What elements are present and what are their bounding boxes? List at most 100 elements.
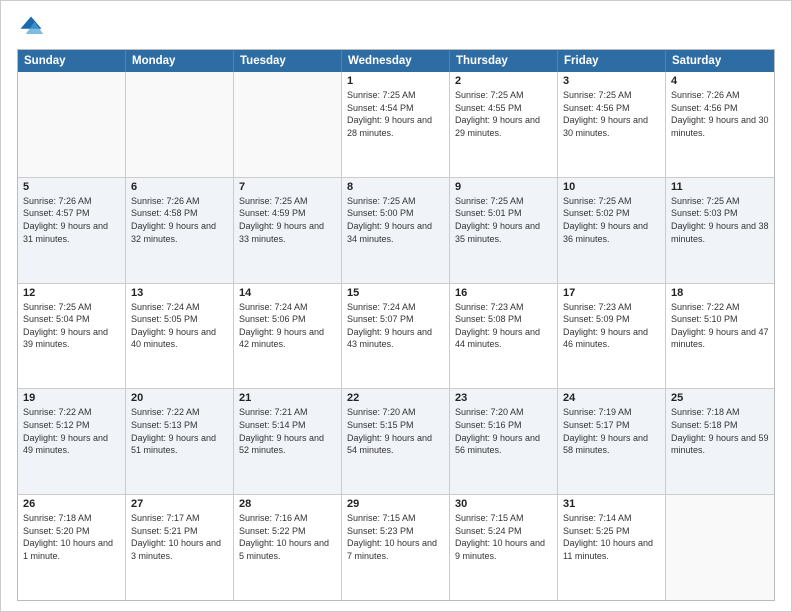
day-number: 7 bbox=[239, 181, 336, 193]
day-info: Sunrise: 7:26 AMSunset: 4:58 PMDaylight:… bbox=[131, 195, 228, 245]
day-info: Sunrise: 7:18 AMSunset: 5:18 PMDaylight:… bbox=[671, 406, 769, 456]
day-number: 8 bbox=[347, 181, 444, 193]
day-number: 17 bbox=[563, 287, 660, 299]
day-number: 10 bbox=[563, 181, 660, 193]
calendar-cell: 10 Sunrise: 7:25 AMSunset: 5:02 PMDayligh… bbox=[558, 178, 666, 283]
calendar-cell: 20 Sunrise: 7:22 AMSunset: 5:13 PMDayligh… bbox=[126, 389, 234, 494]
calendar-cell: 7 Sunrise: 7:25 AMSunset: 4:59 PMDaylight… bbox=[234, 178, 342, 283]
day-number: 15 bbox=[347, 287, 444, 299]
day-number: 6 bbox=[131, 181, 228, 193]
calendar-cell: 25 Sunrise: 7:18 AMSunset: 5:18 PMDayligh… bbox=[666, 389, 774, 494]
calendar-header-cell: Monday bbox=[126, 50, 234, 72]
day-info: Sunrise: 7:24 AMSunset: 5:06 PMDaylight:… bbox=[239, 301, 336, 351]
day-number: 9 bbox=[455, 181, 552, 193]
day-number: 16 bbox=[455, 287, 552, 299]
day-number: 11 bbox=[671, 181, 769, 193]
day-info: Sunrise: 7:18 AMSunset: 5:20 PMDaylight:… bbox=[23, 512, 120, 562]
logo bbox=[17, 13, 49, 41]
calendar-cell: 16 Sunrise: 7:23 AMSunset: 5:08 PMDayligh… bbox=[450, 284, 558, 389]
calendar-cell: 28 Sunrise: 7:16 AMSunset: 5:22 PMDayligh… bbox=[234, 495, 342, 600]
day-info: Sunrise: 7:25 AMSunset: 5:02 PMDaylight:… bbox=[563, 195, 660, 245]
day-info: Sunrise: 7:25 AMSunset: 5:00 PMDaylight:… bbox=[347, 195, 444, 245]
calendar-body: 1Sunrise: 7:25 AMSunset: 4:54 PMDaylight… bbox=[18, 72, 774, 600]
calendar-header-row: SundayMondayTuesdayWednesdayThursdayFrid… bbox=[18, 50, 774, 72]
day-number: 23 bbox=[455, 392, 552, 404]
calendar-header-cell: Sunday bbox=[18, 50, 126, 72]
calendar-cell: 15 Sunrise: 7:24 AMSunset: 5:07 PMDayligh… bbox=[342, 284, 450, 389]
day-number: 28 bbox=[239, 498, 336, 510]
calendar-cell: 23 Sunrise: 7:20 AMSunset: 5:16 PMDayligh… bbox=[450, 389, 558, 494]
day-number: 25 bbox=[671, 392, 769, 404]
calendar-cell: 30 Sunrise: 7:15 AMSunset: 5:24 PMDayligh… bbox=[450, 495, 558, 600]
calendar-cell bbox=[666, 495, 774, 600]
day-info: Sunrise: 7:22 AMSunset: 5:10 PMDaylight:… bbox=[671, 301, 769, 351]
day-info: Sunrise: 7:19 AMSunset: 5:17 PMDaylight:… bbox=[563, 406, 660, 456]
day-number: 26 bbox=[23, 498, 120, 510]
day-info: Sunrise: 7:26 AMSunset: 4:56 PMDaylight:… bbox=[671, 89, 769, 139]
day-number: 24 bbox=[563, 392, 660, 404]
calendar-cell: 12 Sunrise: 7:25 AMSunset: 5:04 PMDayligh… bbox=[18, 284, 126, 389]
day-info: Sunrise: 7:15 AMSunset: 5:23 PMDaylight:… bbox=[347, 512, 444, 562]
calendar-cell: 27 Sunrise: 7:17 AMSunset: 5:21 PMDayligh… bbox=[126, 495, 234, 600]
day-number: 2 bbox=[455, 75, 552, 87]
day-info: Sunrise: 7:17 AMSunset: 5:21 PMDaylight:… bbox=[131, 512, 228, 562]
calendar-cell: 31 Sunrise: 7:14 AMSunset: 5:25 PMDayligh… bbox=[558, 495, 666, 600]
day-info: Sunrise: 7:25 AMSunset: 4:55 PMDaylight:… bbox=[455, 89, 552, 139]
day-info: Sunrise: 7:21 AMSunset: 5:14 PMDaylight:… bbox=[239, 406, 336, 456]
calendar-week-row: 12 Sunrise: 7:25 AMSunset: 5:04 PMDayligh… bbox=[18, 283, 774, 389]
day-number: 30 bbox=[455, 498, 552, 510]
day-number: 12 bbox=[23, 287, 120, 299]
calendar-header-cell: Saturday bbox=[666, 50, 774, 72]
calendar-cell: 1Sunrise: 7:25 AMSunset: 4:54 PMDaylight… bbox=[342, 72, 450, 177]
day-number: 21 bbox=[239, 392, 336, 404]
day-info: Sunrise: 7:25 AMSunset: 4:59 PMDaylight:… bbox=[239, 195, 336, 245]
day-number: 3 bbox=[563, 75, 660, 87]
day-info: Sunrise: 7:14 AMSunset: 5:25 PMDaylight:… bbox=[563, 512, 660, 562]
calendar-cell: 8 Sunrise: 7:25 AMSunset: 5:00 PMDaylight… bbox=[342, 178, 450, 283]
day-info: Sunrise: 7:20 AMSunset: 5:16 PMDaylight:… bbox=[455, 406, 552, 456]
day-number: 1 bbox=[347, 75, 444, 87]
day-number: 27 bbox=[131, 498, 228, 510]
day-info: Sunrise: 7:23 AMSunset: 5:08 PMDaylight:… bbox=[455, 301, 552, 351]
day-number: 22 bbox=[347, 392, 444, 404]
day-number: 20 bbox=[131, 392, 228, 404]
logo-icon bbox=[17, 13, 45, 41]
day-number: 14 bbox=[239, 287, 336, 299]
calendar-header-cell: Friday bbox=[558, 50, 666, 72]
day-info: Sunrise: 7:25 AMSunset: 5:04 PMDaylight:… bbox=[23, 301, 120, 351]
calendar-cell: 21 Sunrise: 7:21 AMSunset: 5:14 PMDayligh… bbox=[234, 389, 342, 494]
day-info: Sunrise: 7:26 AMSunset: 4:57 PMDaylight:… bbox=[23, 195, 120, 245]
day-number: 5 bbox=[23, 181, 120, 193]
day-number: 18 bbox=[671, 287, 769, 299]
day-info: Sunrise: 7:25 AMSunset: 5:03 PMDaylight:… bbox=[671, 195, 769, 245]
calendar-header-cell: Wednesday bbox=[342, 50, 450, 72]
calendar-cell: 18 Sunrise: 7:22 AMSunset: 5:10 PMDayligh… bbox=[666, 284, 774, 389]
calendar-week-row: 5 Sunrise: 7:26 AMSunset: 4:57 PMDaylight… bbox=[18, 177, 774, 283]
calendar-week-row: 26 Sunrise: 7:18 AMSunset: 5:20 PMDayligh… bbox=[18, 494, 774, 600]
calendar-cell: 5 Sunrise: 7:26 AMSunset: 4:57 PMDaylight… bbox=[18, 178, 126, 283]
day-info: Sunrise: 7:16 AMSunset: 5:22 PMDaylight:… bbox=[239, 512, 336, 562]
day-info: Sunrise: 7:15 AMSunset: 5:24 PMDaylight:… bbox=[455, 512, 552, 562]
calendar-cell: 17 Sunrise: 7:23 AMSunset: 5:09 PMDayligh… bbox=[558, 284, 666, 389]
calendar-cell: 29Sunrise: 7:15 AMSunset: 5:23 PMDayligh… bbox=[342, 495, 450, 600]
day-info: Sunrise: 7:25 AMSunset: 4:56 PMDaylight:… bbox=[563, 89, 660, 139]
day-info: Sunrise: 7:24 AMSunset: 5:07 PMDaylight:… bbox=[347, 301, 444, 351]
calendar-cell bbox=[18, 72, 126, 177]
calendar-header-cell: Tuesday bbox=[234, 50, 342, 72]
page: SundayMondayTuesdayWednesdayThursdayFrid… bbox=[0, 0, 792, 612]
day-info: Sunrise: 7:23 AMSunset: 5:09 PMDaylight:… bbox=[563, 301, 660, 351]
calendar-cell: 26 Sunrise: 7:18 AMSunset: 5:20 PMDayligh… bbox=[18, 495, 126, 600]
day-info: Sunrise: 7:24 AMSunset: 5:05 PMDaylight:… bbox=[131, 301, 228, 351]
day-number: 19 bbox=[23, 392, 120, 404]
day-info: Sunrise: 7:22 AMSunset: 5:12 PMDaylight:… bbox=[23, 406, 120, 456]
day-number: 31 bbox=[563, 498, 660, 510]
calendar-cell: 3 Sunrise: 7:25 AMSunset: 4:56 PMDaylight… bbox=[558, 72, 666, 177]
header bbox=[17, 13, 775, 41]
calendar-cell: 24 Sunrise: 7:19 AMSunset: 5:17 PMDayligh… bbox=[558, 389, 666, 494]
calendar-cell: 4Sunrise: 7:26 AMSunset: 4:56 PMDaylight… bbox=[666, 72, 774, 177]
day-info: Sunrise: 7:22 AMSunset: 5:13 PMDaylight:… bbox=[131, 406, 228, 456]
calendar-cell: 13Sunrise: 7:24 AMSunset: 5:05 PMDayligh… bbox=[126, 284, 234, 389]
calendar-cell bbox=[126, 72, 234, 177]
calendar-week-row: 1Sunrise: 7:25 AMSunset: 4:54 PMDaylight… bbox=[18, 72, 774, 177]
calendar-week-row: 19 Sunrise: 7:22 AMSunset: 5:12 PMDayligh… bbox=[18, 388, 774, 494]
